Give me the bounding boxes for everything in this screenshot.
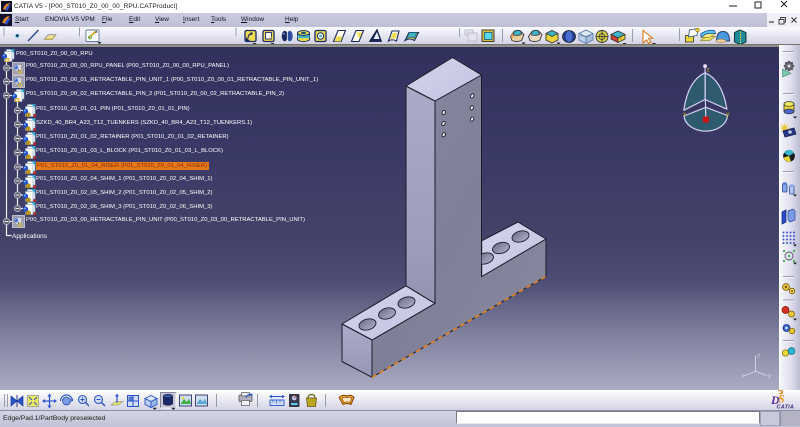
svg-text:y: y [726, 111, 730, 118]
svg-text:z: z [757, 353, 760, 360]
svg-text:S: S [778, 392, 785, 406]
svg-text:y: y [768, 373, 772, 380]
svg-text:z: z [707, 67, 710, 74]
